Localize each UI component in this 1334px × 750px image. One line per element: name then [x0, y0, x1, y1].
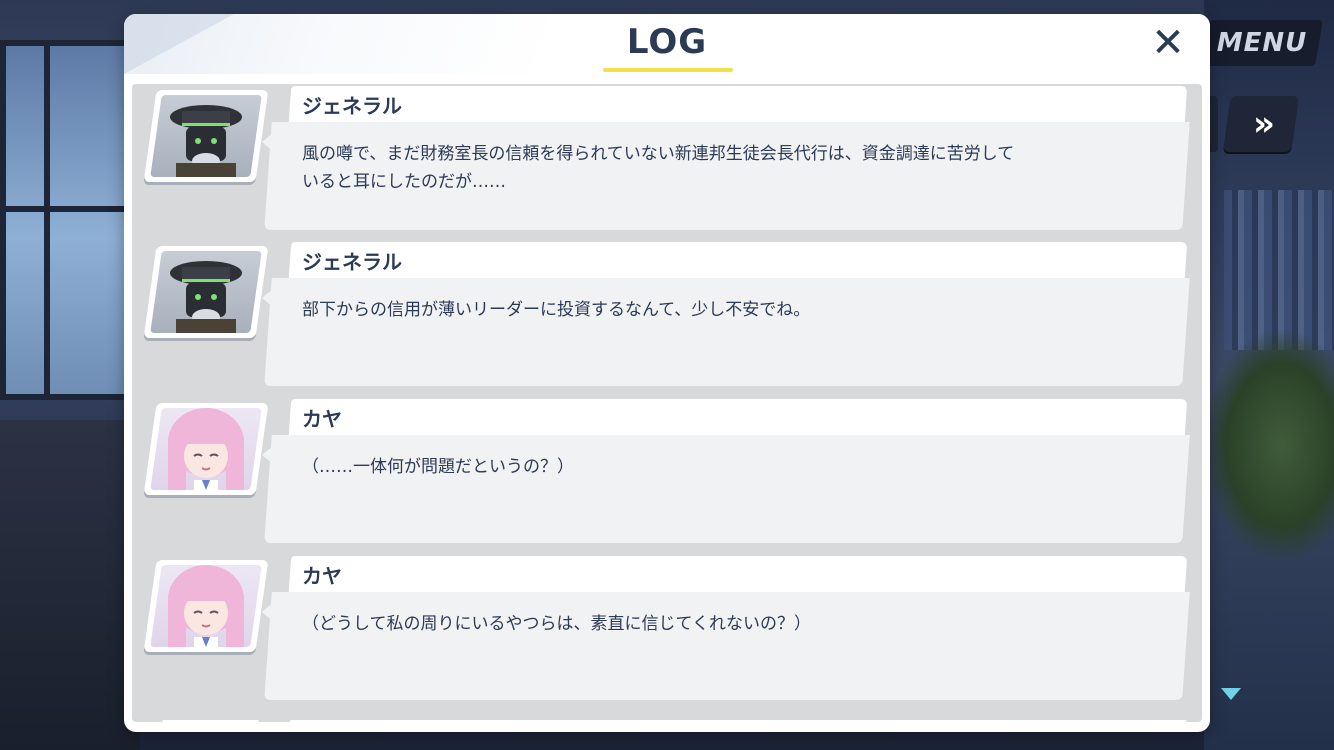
background-plant [1204, 330, 1334, 560]
message-text: 風の噂で、まだ財務室長の信頼を得られていない新連邦生徒会長代行は、資金調達に苦労… [302, 144, 1015, 192]
general-portrait-art [170, 105, 242, 177]
close-icon[interactable]: ✕ [1148, 20, 1188, 66]
message-box [264, 278, 1190, 386]
triangle-down-icon [1221, 688, 1241, 700]
portrait-image [150, 565, 262, 647]
general-portrait [143, 246, 269, 338]
log-entry: カヤ （どうして私の周りにいるやつらは、素直に信じてくれないの？） [132, 556, 1202, 706]
speaker-name: ジェネラル [302, 250, 402, 274]
general-portrait-art [170, 261, 242, 333]
double-chevron-right-icon[interactable]: » [1238, 104, 1284, 144]
portrait-image [150, 408, 262, 490]
message-box [264, 435, 1190, 543]
menu-button-label[interactable]: MENU [1214, 28, 1310, 58]
speaker-name-bar [288, 86, 1188, 122]
background-window [0, 40, 130, 400]
title-underline [603, 68, 733, 72]
speaker-name-bar [288, 399, 1188, 435]
log-panel-header: LOG ✕ [124, 14, 1210, 74]
speaker-name: カヤ [302, 564, 342, 588]
general-portrait [143, 90, 269, 182]
message-text: （……一体何が問題だというの？） [302, 457, 574, 477]
portrait-partial [161, 720, 259, 722]
log-entry-partial [132, 720, 1202, 722]
log-panel: LOG ✕ ジェネラル 風の噂で、まだ財務室長の信頼を得られていない新連邦生徒会… [124, 14, 1210, 732]
speaker-name-bar [288, 556, 1188, 592]
log-entry: カヤ （……一体何が問題だというの？） [132, 399, 1202, 549]
portrait-image [150, 251, 262, 333]
log-list[interactable]: ジェネラル 風の噂で、まだ財務室長の信頼を得られていない新連邦生徒会長代行は、資… [132, 84, 1202, 722]
background-bookshelf [1224, 190, 1334, 350]
background-sofa [0, 420, 140, 750]
kaya-portrait [143, 403, 269, 495]
kaya-portrait-art [168, 408, 244, 490]
speaker-name: カヤ [302, 407, 342, 431]
message-text: （どうして私の周りにいるやつらは、素直に信じてくれないの？） [302, 614, 811, 634]
portrait-image [150, 95, 262, 177]
message-text: 部下からの信用が薄いリーダーに投資するなんて、少し不安でね。 [302, 300, 811, 320]
speaker-name: ジェネラル [302, 94, 402, 118]
log-entry: ジェネラル 風の噂で、まだ財務室長の信頼を得られていない新連邦生徒会長代行は、資… [132, 86, 1202, 236]
log-title: LOG [626, 22, 708, 62]
speaker-name-bar-partial [289, 720, 1187, 722]
message-box [264, 592, 1190, 700]
log-entry: ジェネラル 部下からの信用が薄いリーダーに投資するなんて、少し不安でね。 [132, 242, 1202, 392]
kaya-portrait-art [168, 565, 244, 647]
kaya-portrait [143, 560, 269, 652]
speaker-name-bar [288, 242, 1188, 278]
